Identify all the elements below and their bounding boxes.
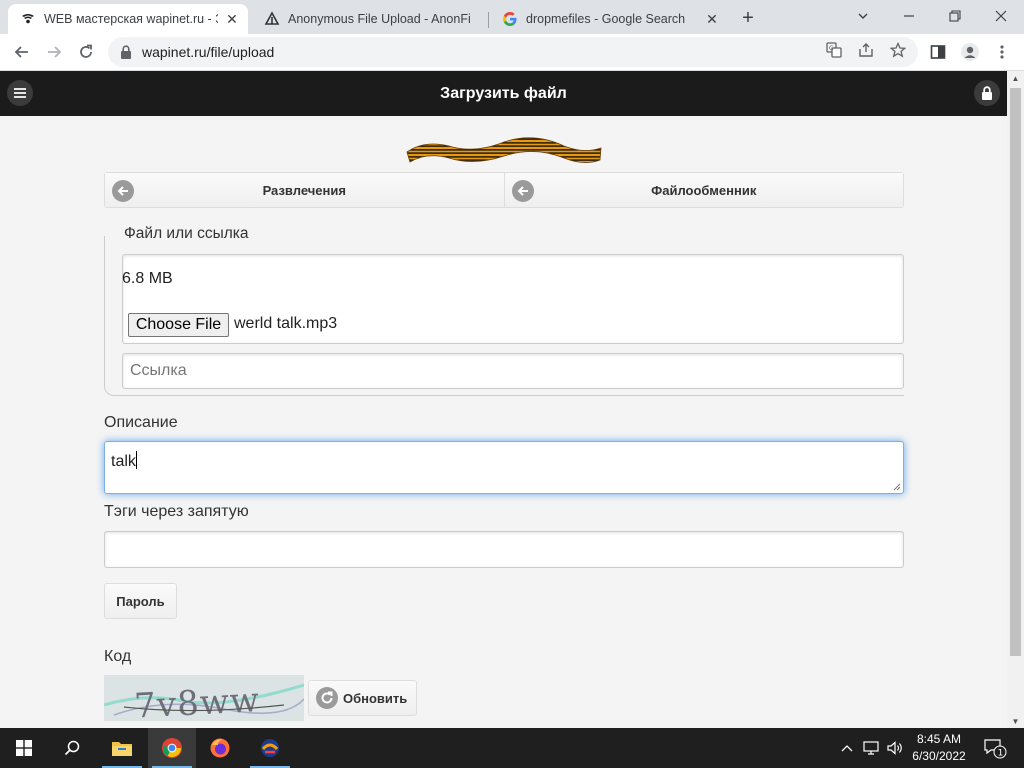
breadcrumb-nav: Развлечения Файлообменник [104, 172, 904, 208]
browser-toolbar: wapinet.ru/file/upload G [0, 34, 1024, 71]
minimize-window-button[interactable] [886, 0, 932, 32]
windows-taskbar: 8:45 AM 6/30/2022 1 [0, 728, 1024, 768]
browser-menu-icon[interactable] [988, 38, 1016, 66]
bookmark-star-icon[interactable] [889, 41, 907, 59]
tab-search-icon[interactable] [840, 0, 886, 32]
close-tab-icon[interactable]: ✕ [704, 11, 720, 27]
back-arrow-icon[interactable] [8, 38, 36, 66]
page-scrollbar[interactable]: ▲ ▼ [1007, 71, 1024, 728]
wapinet-favicon-icon [20, 11, 36, 27]
scroll-down-arrow-icon[interactable]: ▼ [1007, 714, 1024, 728]
text-caret [135, 451, 137, 469]
browser-tabstrip: WEB мастерская wapinet.ru - За ✕ Anonymo… [0, 0, 1024, 34]
link-input[interactable]: Ссылка [122, 353, 904, 389]
password-button[interactable]: Пароль [104, 583, 177, 619]
google-favicon-icon [502, 11, 518, 27]
captcha-image: 7v8ww [104, 675, 304, 721]
browser-tab-google[interactable]: dropmefiles - Google Search ✕ [490, 4, 728, 34]
search-icon[interactable] [48, 728, 96, 768]
address-bar[interactable]: wapinet.ru/file/upload [108, 37, 918, 67]
nav-file-exchange-button[interactable]: Файлообменник [503, 173, 903, 207]
clock-date: 6/30/2022 [912, 749, 966, 763]
lock-icon[interactable] [120, 45, 134, 59]
nav-entertainment-label: Развлечения [262, 182, 346, 198]
show-hidden-icons-chevron-icon[interactable] [838, 728, 856, 768]
tab-title: Anonymous File Upload - AnonFi [288, 12, 471, 26]
app-taskbar-icon[interactable] [246, 728, 294, 768]
scrollbar-thumb[interactable] [1010, 88, 1021, 656]
tab-title: WEB мастерская wapinet.ru - За [44, 12, 218, 26]
back-arrow-icon [511, 180, 534, 202]
scroll-up-arrow-icon[interactable]: ▲ [1007, 71, 1024, 85]
tags-label: Тэги через запятую [104, 503, 249, 520]
taskbar-clock[interactable]: 8:45 AM 6/30/2022 [906, 731, 972, 765]
description-textarea[interactable]: talk [104, 441, 904, 494]
svg-text:G: G [829, 45, 834, 52]
chrome-taskbar-icon[interactable] [148, 728, 196, 768]
back-arrow-icon [112, 180, 134, 202]
page-title: Загрузить файл [440, 85, 567, 102]
firefox-taskbar-icon[interactable] [196, 728, 244, 768]
tags-input[interactable] [104, 531, 904, 568]
refresh-icon [316, 687, 338, 709]
file-size-limit: 6.8 MB [122, 270, 173, 287]
url-text: wapinet.ru/file/upload [142, 44, 275, 60]
resize-grip-icon[interactable] [893, 483, 901, 491]
browser-tab-wapinet[interactable]: WEB мастерская wapinet.ru - За ✕ [8, 4, 248, 34]
anonfiles-favicon-icon [264, 11, 280, 27]
notification-count: 1 [998, 749, 1004, 759]
close-tab-icon[interactable]: ✕ [224, 11, 240, 27]
login-lock-icon[interactable] [974, 80, 1000, 106]
volume-icon[interactable] [884, 728, 906, 768]
nav-entertainment-button[interactable]: Развлечения [105, 173, 504, 207]
new-tab-button[interactable]: + [736, 6, 760, 30]
tab-separator [488, 12, 489, 28]
description-value: talk [111, 453, 136, 470]
share-icon[interactable] [857, 41, 875, 59]
choose-file-button[interactable]: Choose File [128, 313, 229, 337]
selected-file-name: werld talk.mp3 [234, 315, 338, 332]
captcha-text: 7v8ww [133, 680, 261, 721]
network-icon[interactable] [860, 728, 882, 768]
clock-time: 8:45 AM [916, 732, 962, 746]
browser-tab-anonfiles[interactable]: Anonymous File Upload - AnonFi [252, 4, 488, 34]
close-window-button[interactable] [978, 0, 1024, 32]
translate-icon[interactable]: G [825, 41, 843, 59]
file-or-link-legend: Файл или ссылка [122, 225, 251, 243]
description-label: Описание [104, 414, 178, 431]
st-george-ribbon-icon [406, 137, 602, 163]
windows-start-icon[interactable] [0, 728, 48, 768]
code-label: Код [104, 648, 132, 665]
nav-file-exchange-label: Файлообменник [651, 182, 757, 198]
profile-avatar-icon[interactable] [956, 38, 984, 66]
restore-window-button[interactable] [932, 0, 978, 32]
site-header: Загрузить файл [0, 71, 1007, 116]
page-viewport: Загрузить файл Развлечения Файлообменник [0, 71, 1007, 728]
tab-title: dropmefiles - Google Search [526, 12, 686, 26]
refresh-label: Обновить [343, 690, 408, 706]
refresh-captcha-button[interactable]: Обновить [308, 680, 417, 716]
forward-arrow-icon[interactable] [40, 38, 68, 66]
file-explorer-icon[interactable] [98, 728, 146, 768]
notification-center-icon[interactable]: 1 [980, 728, 1010, 768]
reload-icon[interactable] [72, 38, 100, 66]
side-panel-icon[interactable] [924, 38, 952, 66]
